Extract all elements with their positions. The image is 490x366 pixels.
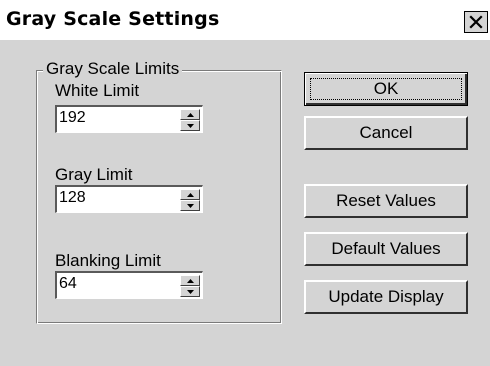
arrow-up-icon — [186, 278, 194, 283]
title-bar: Gray Scale Settings — [0, 0, 490, 40]
ok-button-label: OK — [373, 79, 399, 98]
blanking-limit-spin-buttons — [180, 275, 200, 297]
default-values-button[interactable]: Default Values — [304, 232, 468, 266]
blanking-limit-down-button[interactable] — [180, 286, 200, 297]
gray-limit-up-button[interactable] — [180, 189, 200, 200]
ok-button[interactable]: OK — [304, 72, 468, 106]
white-limit-spin-buttons — [180, 109, 200, 131]
group-legend: Gray Scale Limits — [43, 59, 183, 79]
arrow-down-icon — [186, 123, 194, 128]
gray-limit-spin-buttons — [180, 189, 200, 211]
arrow-down-icon — [186, 203, 194, 208]
dialog-client-area: Gray Scale Limits White Limit 192 Gray L… — [0, 40, 490, 366]
gray-limit-down-button[interactable] — [180, 200, 200, 211]
white-limit-down-button[interactable] — [180, 120, 200, 131]
arrow-down-icon — [186, 289, 194, 294]
close-icon — [469, 15, 483, 29]
blanking-limit-spinbox: 64 — [55, 271, 203, 299]
update-display-button-label: Update Display — [328, 287, 444, 306]
gray-scale-settings-dialog: Gray Scale Settings Gray Scale Limits Wh… — [0, 0, 490, 366]
blanking-limit-label: Blanking Limit — [55, 251, 161, 270]
white-limit-input[interactable]: 192 — [59, 109, 86, 127]
white-limit-spinbox: 192 — [55, 105, 203, 133]
cancel-button-label: Cancel — [359, 123, 413, 142]
gray-limit-label: Gray Limit — [55, 165, 133, 184]
white-limit-up-button[interactable] — [180, 109, 200, 120]
arrow-up-icon — [186, 112, 194, 117]
window-title: Gray Scale Settings — [6, 8, 220, 30]
default-values-button-label: Default Values — [331, 239, 441, 258]
gray-scale-limits-group: Gray Scale Limits White Limit 192 Gray L… — [36, 59, 282, 324]
arrow-up-icon — [186, 192, 194, 197]
gray-limit-input[interactable]: 128 — [59, 189, 86, 207]
close-button[interactable] — [464, 11, 488, 33]
gray-limit-spinbox: 128 — [55, 185, 203, 213]
reset-values-button-label: Reset Values — [336, 191, 436, 210]
blanking-limit-up-button[interactable] — [180, 275, 200, 286]
blanking-limit-input[interactable]: 64 — [59, 275, 77, 293]
white-limit-label: White Limit — [55, 81, 140, 100]
cancel-button[interactable]: Cancel — [304, 116, 468, 150]
reset-values-button[interactable]: Reset Values — [304, 184, 468, 218]
update-display-button[interactable]: Update Display — [304, 280, 468, 314]
